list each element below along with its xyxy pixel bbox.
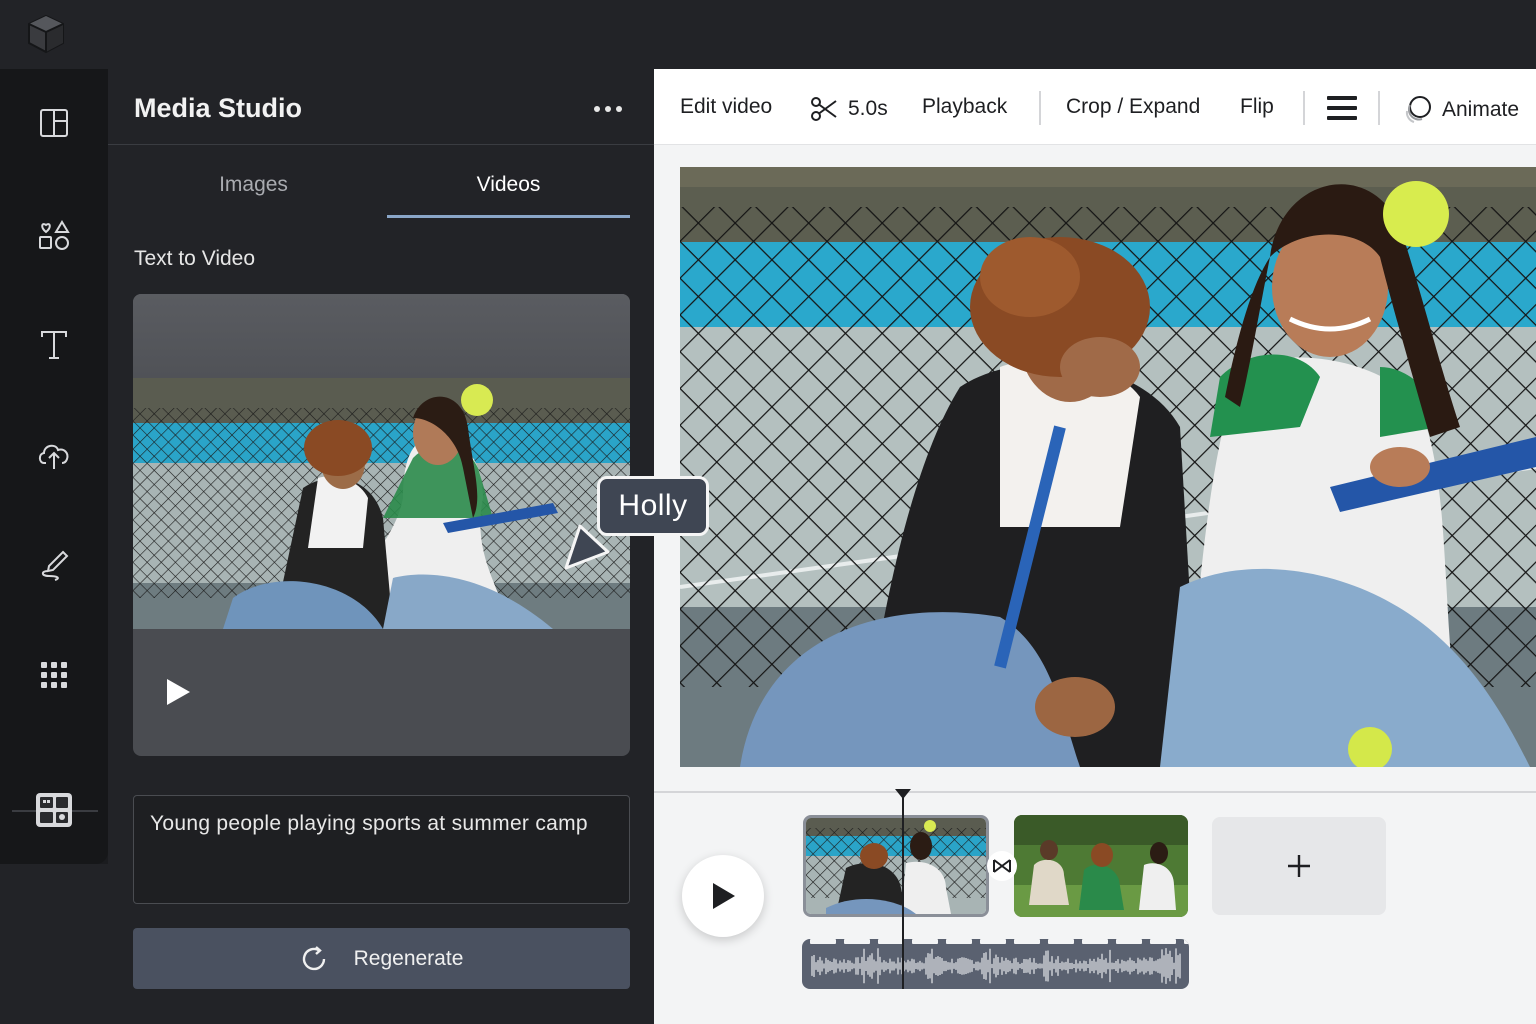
active-tab-indicator: [387, 215, 630, 218]
clip-thumbnail: [806, 818, 986, 914]
playhead[interactable]: [902, 797, 904, 989]
audio-track[interactable]: [802, 939, 1189, 989]
timeline-divider: [654, 791, 1536, 793]
animate-label: Animate: [1442, 98, 1520, 121]
toolbar-divider: [1039, 91, 1041, 125]
menu-icon[interactable]: [1327, 95, 1357, 121]
regenerate-button[interactable]: Regenerate: [133, 928, 630, 989]
audio-waveform: [810, 939, 1189, 984]
refresh-icon: [302, 945, 325, 970]
draw-icon[interactable]: [34, 545, 74, 585]
text-icon[interactable]: [34, 325, 74, 365]
playback-button[interactable]: Playback: [922, 95, 1007, 119]
preview-letterbox: [133, 294, 630, 378]
prompt-input[interactable]: Young people playing sports at summer ca…: [133, 795, 630, 904]
animate-button[interactable]: Animate: [1402, 95, 1519, 125]
playback-label: Playback: [922, 95, 1008, 118]
toolbar-divider: [1378, 91, 1380, 125]
timeline-clip-2[interactable]: [1014, 815, 1188, 917]
collaborator-name-tag: Holly: [597, 476, 709, 536]
add-clip-button[interactable]: [1212, 817, 1386, 915]
transition-icon[interactable]: [987, 851, 1017, 881]
video-editor: Edit video 5.0s Playback Crop / Expand F…: [654, 69, 1536, 1024]
timeline-clip-1[interactable]: [803, 815, 989, 917]
layout-icon[interactable]: [34, 103, 74, 143]
play-icon: [713, 883, 735, 909]
clip-thumbnail: [1014, 815, 1188, 917]
editor-toolbar: Edit video 5.0s Playback Crop / Expand F…: [654, 69, 1536, 145]
video-canvas[interactable]: [680, 167, 1536, 767]
flip-button[interactable]: Flip: [1240, 95, 1274, 119]
media-studio-icon[interactable]: [34, 790, 74, 830]
apps-icon[interactable]: [34, 655, 74, 695]
scissors-icon: [811, 97, 837, 121]
panel-title: Media Studio: [134, 93, 302, 123]
flip-label: Flip: [1240, 95, 1274, 118]
cube-logo-icon[interactable]: [24, 12, 68, 56]
crop-expand-button[interactable]: Crop / Expand: [1066, 95, 1200, 119]
plus-icon: [1288, 855, 1310, 877]
panel-divider: [108, 144, 654, 145]
crop-expand-label: Crop / Expand: [1066, 95, 1201, 118]
animate-icon: [1405, 96, 1431, 123]
duration-label: 5.0s: [848, 97, 888, 120]
play-icon[interactable]: [163, 677, 193, 707]
regenerate-label: Regenerate: [353, 946, 464, 970]
more-options-icon[interactable]: [588, 97, 628, 121]
preview-thumbnail: [133, 378, 630, 629]
timeline-play-button[interactable]: [682, 855, 764, 937]
toolbar-divider: [1303, 91, 1305, 125]
top-bar: [0, 0, 1536, 69]
tab-videos[interactable]: Videos: [387, 173, 630, 217]
tab-images[interactable]: Images: [132, 173, 375, 217]
left-rail: [0, 69, 108, 864]
video-preview[interactable]: [133, 294, 630, 756]
edit-video-button[interactable]: Edit video: [680, 95, 772, 119]
rail-bottom: [0, 864, 108, 1024]
elements-icon[interactable]: [34, 215, 74, 255]
upload-icon[interactable]: [34, 435, 74, 475]
edit-video-label: Edit video: [680, 95, 773, 118]
trim-button[interactable]: 5.0s: [810, 95, 888, 123]
section-label: Text to Video: [134, 247, 256, 270]
